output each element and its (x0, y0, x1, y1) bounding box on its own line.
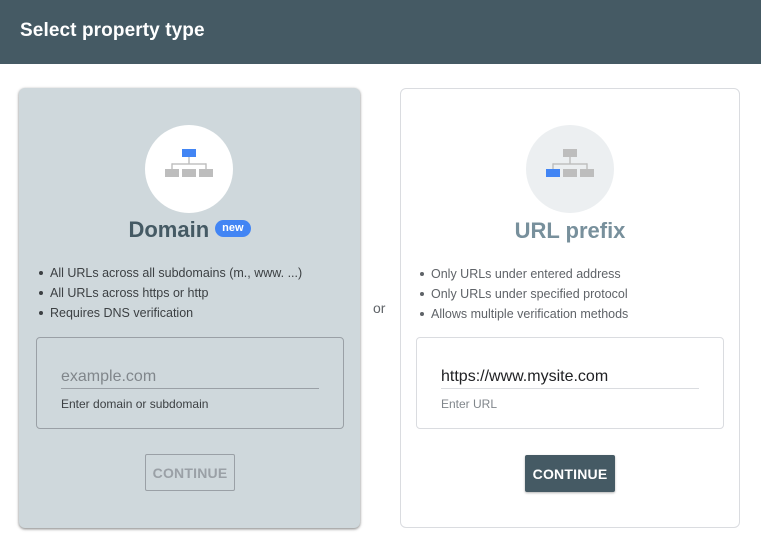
list-item: Allows multiple verification methods (419, 304, 628, 324)
list-item: Requires DNS verification (38, 303, 302, 323)
url-prefix-feature-list: Only URLs under entered address Only URL… (419, 264, 628, 324)
list-item: All URLs across all subdomains (m., www.… (38, 263, 302, 283)
domain-card-title: Domain (128, 217, 210, 242)
list-item: Only URLs under entered address (419, 264, 628, 284)
domain-input-helper: Enter domain or subdomain (61, 397, 209, 411)
domain-continue-button[interactable]: CONTINUE (145, 454, 235, 491)
domain-title-row: Domain new (19, 217, 360, 243)
domain-icon-circle (145, 125, 233, 213)
list-item: Only URLs under specified protocol (419, 284, 628, 304)
domain-property-card[interactable]: Domain new All URLs across all subdomains… (19, 88, 360, 528)
url-input-box: Enter URL (416, 337, 724, 429)
url-prefix-continue-button[interactable]: CONTINUE (525, 455, 615, 492)
url-prefix-icon-circle (526, 125, 614, 213)
url-prefix-title-row: URL prefix (401, 218, 739, 244)
dialog-header: Select property type (0, 0, 761, 64)
url-input-helper: Enter URL (441, 397, 498, 411)
or-separator: or (373, 300, 386, 316)
domain-hierarchy-icon (165, 149, 213, 177)
domain-feature-list: All URLs across all subdomains (m., www.… (38, 263, 302, 323)
url-prefix-property-card[interactable]: URL prefix Only URLs under entered addre… (400, 88, 740, 528)
new-badge: new (215, 219, 251, 237)
url-prefix-hierarchy-icon (546, 149, 594, 177)
domain-input[interactable] (61, 365, 319, 389)
domain-input-box: Enter domain or subdomain (36, 337, 344, 429)
url-prefix-card-title: URL prefix (514, 218, 626, 243)
dialog-title: Select property type (20, 20, 205, 41)
list-item: All URLs across https or http (38, 283, 302, 303)
url-input[interactable] (441, 365, 699, 389)
